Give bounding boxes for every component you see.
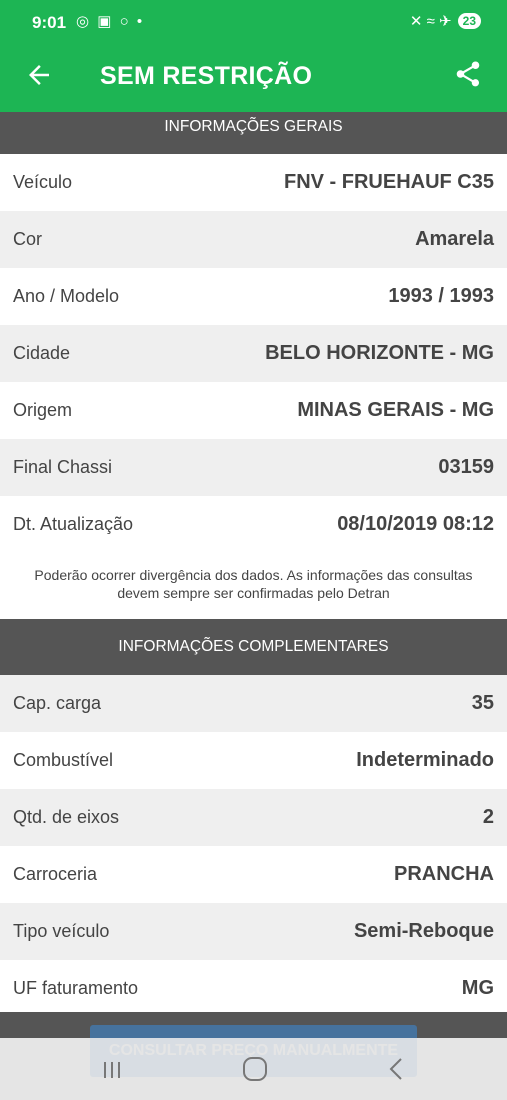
- battery-icon: 23: [457, 13, 481, 29]
- row-value: PRANCHA: [394, 863, 494, 885]
- row-label: Ano / Modelo: [13, 286, 120, 306]
- connectivity-icons: ✕ ≈ ✈: [409, 13, 452, 30]
- info-row-body-type: Carroceria PRANCHA: [0, 846, 507, 903]
- system-nav-bar: [0, 1038, 507, 1100]
- row-label: Tipo veículo: [13, 921, 110, 941]
- row-value: 1993 / 1993: [388, 285, 494, 307]
- info-row-origin: Origem MINAS GERAIS - MG: [0, 382, 507, 439]
- info-row-vehicle: Veículo FNV - FRUEHAUF C35: [0, 154, 507, 211]
- row-value: 08/10/2019 08:12: [337, 513, 494, 535]
- row-label: Dt. Atualização: [13, 514, 134, 534]
- row-label: UF faturamento: [13, 978, 139, 998]
- disclaimer-text: Poderão ocorrer divergência dos dados. A…: [34, 567, 473, 601]
- info-row-vehicle-type: Tipo veículo Semi-Reboque: [0, 903, 507, 960]
- home-icon[interactable]: [243, 1057, 267, 1081]
- row-value: BELO HORIZONTE - MG: [265, 342, 494, 364]
- info-row-axles: Qtd. de eixos 2: [0, 789, 507, 846]
- back-nav-icon[interactable]: [384, 1056, 408, 1082]
- row-label: Cor: [13, 229, 43, 249]
- row-value: MG: [461, 977, 494, 999]
- row-label: Carroceria: [13, 864, 98, 884]
- row-value: MINAS GERAIS - MG: [297, 399, 494, 421]
- info-row-load-capacity: Cap. carga 35: [0, 675, 507, 732]
- row-value: Amarela: [415, 228, 494, 250]
- status-bar: 9:01 ◎ ▣ ○ • ✕ ≈ ✈ 23: [0, 0, 507, 44]
- arrow-left-icon[interactable]: [24, 60, 54, 90]
- section-header-complementary: INFORMAÇÕES COMPLEMENTARES: [0, 619, 507, 675]
- section-header-general: INFORMAÇÕES GERAIS: [0, 112, 507, 154]
- info-row-billing-state: UF faturamento MG: [0, 960, 507, 1017]
- row-value: Semi-Reboque: [353, 920, 494, 942]
- row-value: FNV - FRUEHAUF C35: [283, 171, 494, 193]
- row-label: Cidade: [13, 343, 71, 363]
- row-label: Qtd. de eixos: [13, 807, 120, 827]
- row-label: Cap. carga: [13, 693, 102, 713]
- row-value: 2: [482, 806, 494, 828]
- info-row-chassis-end: Final Chassi 03159: [0, 439, 507, 496]
- row-value: Indeterminado: [356, 749, 494, 771]
- recent-apps-icon[interactable]: [100, 1058, 124, 1082]
- row-label: Origem: [13, 400, 73, 420]
- info-row-city: Cidade BELO HORIZONTE - MG: [0, 325, 507, 382]
- row-label: Veículo: [13, 172, 73, 192]
- info-row-color: Cor Amarela: [0, 211, 507, 268]
- page-title: SEM RESTRIÇÃO: [100, 62, 313, 90]
- app-bar: SEM RESTRIÇÃO: [0, 44, 507, 112]
- system-icons: ✕ ≈ ✈ 23: [410, 12, 481, 30]
- info-row-updated-at: Dt. Atualização 08/10/2019 08:12: [0, 496, 507, 553]
- row-label: Final Chassi: [13, 457, 113, 477]
- info-row-year-model: Ano / Modelo 1993 / 1993: [0, 268, 507, 325]
- row-label: Combustível: [13, 750, 114, 770]
- info-row-fuel: Combustível Indeterminado: [0, 732, 507, 789]
- notification-icons: ◎ ▣ ○ •: [76, 13, 145, 30]
- share-icon[interactable]: [453, 59, 483, 89]
- row-value: 03159: [438, 456, 494, 478]
- row-value: 35: [471, 692, 494, 714]
- status-time: 9:01: [32, 13, 67, 32]
